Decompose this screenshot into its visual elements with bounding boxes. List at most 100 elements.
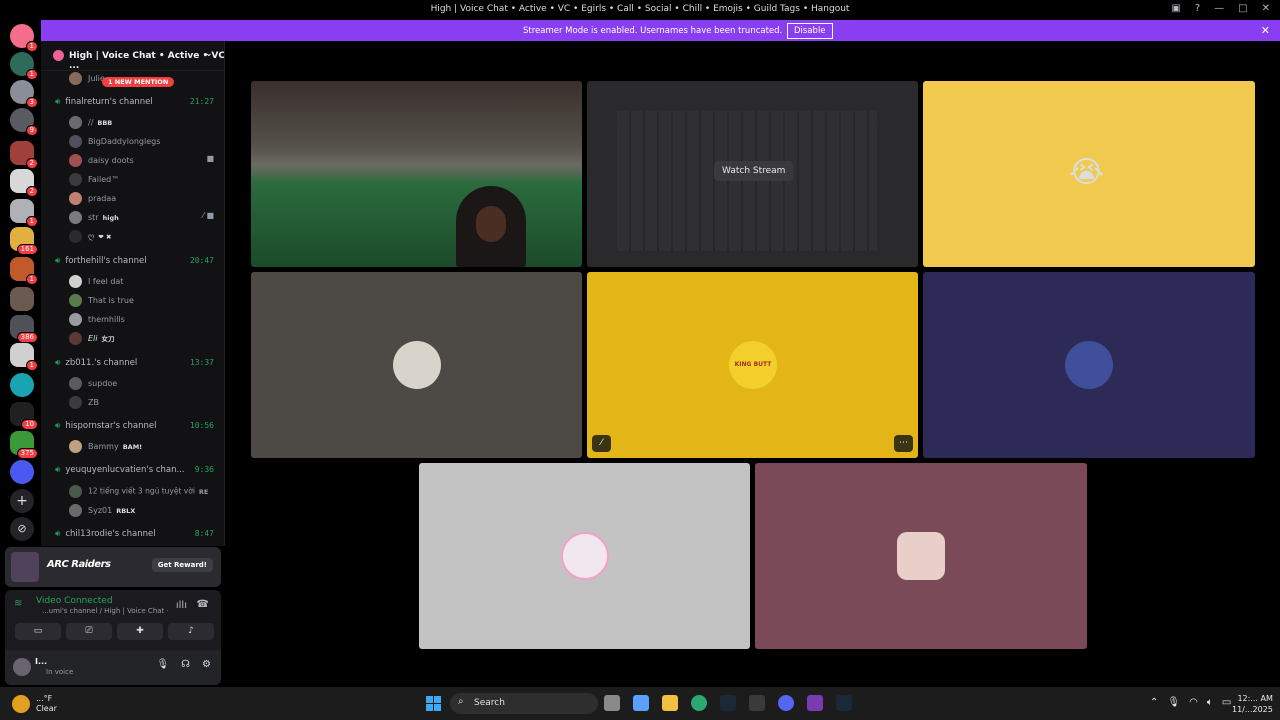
participant-tile[interactable]: 😭	[923, 81, 1255, 267]
file-explorer-icon[interactable]	[662, 695, 678, 711]
close-banner-icon[interactable]: ✕	[1261, 24, 1270, 37]
app-icon[interactable]	[749, 695, 765, 711]
speaker-icon: 🔊︎	[55, 97, 61, 107]
server-icon[interactable]: 161	[10, 227, 38, 255]
camera-button[interactable]: ▭	[15, 623, 61, 640]
server-icon[interactable]: 9	[10, 108, 38, 136]
taskbar-search[interactable]: ⌕ Search	[450, 693, 598, 714]
speaker-icon: 🔊︎	[55, 421, 61, 431]
system-clock[interactable]: 12:... AM 11/...2025	[1232, 693, 1273, 715]
avatar[interactable]	[13, 658, 31, 676]
discover-icon[interactable]: ⊘	[10, 517, 34, 541]
inbox-icon[interactable]: ▣	[1171, 3, 1180, 14]
microphone-icon[interactable]: 🎙︎	[156, 659, 169, 670]
volume-icon[interactable]: 🔈︎	[1207, 697, 1213, 708]
participant-tile[interactable]	[923, 272, 1255, 458]
window-title: High | Voice Chat • Active • VC • Egirls…	[430, 4, 850, 14]
microphone-icon[interactable]: 🎙︎	[1167, 697, 1180, 708]
weather-widget[interactable]: ...°F Clear	[36, 694, 57, 714]
direct-messages-icon[interactable]: 1	[10, 24, 38, 52]
voice-channel[interactable]: 🔊︎ hispornstar's channel	[55, 421, 156, 431]
activities-button[interactable]: ✚	[117, 623, 163, 640]
server-icon[interactable]: 2	[10, 141, 38, 169]
server-icon[interactable]: 1	[10, 52, 38, 80]
screen-share-button[interactable]: ⎚	[66, 623, 112, 640]
watch-stream-button[interactable]: Watch Stream	[714, 161, 794, 181]
get-reward-button[interactable]: Get Reward!	[151, 558, 213, 572]
wifi-icon[interactable]: ◠	[1189, 697, 1198, 708]
voice-channel[interactable]: 🔊︎ yeuquyenlucvatien's chan...	[55, 465, 185, 475]
server-icon[interactable]	[10, 287, 34, 311]
battery-icon[interactable]: ▭	[1222, 697, 1231, 708]
windows-start-icon[interactable]	[426, 696, 441, 711]
user-name: I...	[35, 657, 48, 666]
participant-tile[interactable]	[755, 463, 1087, 649]
minimize-icon[interactable]: —	[1214, 3, 1224, 14]
maximize-icon[interactable]: □	[1238, 3, 1247, 14]
list-item[interactable]: //BBB	[69, 116, 112, 129]
channel-timer: 21:27	[189, 97, 214, 106]
server-header[interactable]: High | Voice Chat • Active • VC ... ⌄	[41, 41, 224, 71]
soundboard-button[interactable]: ♪	[168, 623, 214, 640]
server-icon[interactable]: 1	[10, 199, 38, 227]
participant-tile[interactable]	[251, 272, 582, 458]
server-icon[interactable]: 1	[10, 257, 38, 285]
voice-status[interactable]: Video Connected	[36, 596, 113, 606]
server-icon[interactable]	[10, 373, 34, 397]
noise-suppression-icon[interactable]: ıllı	[176, 600, 187, 611]
video-editor-icon[interactable]	[807, 695, 823, 711]
voice-channel[interactable]: 🔊︎ finalreturn's channel	[55, 97, 153, 107]
server-icon[interactable]: 3	[10, 80, 38, 108]
new-mention-pill[interactable]: 1 NEW MENTION	[102, 77, 175, 87]
voice-channel[interactable]: 🔊︎ zb011.'s channel	[55, 358, 137, 368]
participant-tile[interactable]	[419, 463, 750, 649]
disconnect-icon[interactable]: ☎	[197, 599, 209, 610]
disable-button[interactable]: Disable	[787, 23, 833, 39]
steam-icon[interactable]	[720, 695, 736, 711]
list-item[interactable]: Bammy BAM!	[69, 440, 142, 453]
list-item[interactable]: ZB	[69, 396, 99, 409]
server-icon[interactable]: 1	[10, 343, 38, 371]
list-item[interactable]: str high	[69, 211, 119, 224]
avatar	[897, 532, 945, 580]
list-item[interactable]: I feel dat	[69, 275, 123, 288]
close-window-icon[interactable]: ✕	[1262, 3, 1270, 14]
speaker-icon: 🔊︎	[55, 256, 61, 266]
list-item[interactable]: Eli 女刀	[69, 332, 115, 345]
list-item[interactable]: That is true	[69, 294, 134, 307]
server-icon[interactable]: 2	[10, 169, 38, 197]
speaker-icon: 🔊︎	[55, 358, 61, 368]
headphones-icon[interactable]: ☊	[181, 659, 190, 670]
add-server-icon[interactable]: +	[10, 489, 34, 513]
list-item[interactable]: daisy doots	[69, 154, 134, 167]
list-item[interactable]: BigDaddylonglegs	[69, 135, 160, 148]
video-tile[interactable]	[251, 81, 582, 267]
task-view-icon[interactable]	[604, 695, 620, 711]
list-item[interactable]: themhills	[69, 313, 125, 326]
server-icon[interactable]: 375	[10, 431, 38, 459]
signal-icon[interactable]: ≋	[14, 598, 22, 609]
list-item[interactable]: Syz01 RBLX	[69, 504, 135, 517]
stream-tile[interactable]: Watch Stream	[587, 81, 918, 267]
participant-tile[interactable]: KING BUTT ⁄ ⋯	[587, 272, 918, 458]
voice-channel[interactable]: 🔊︎ forthehill's channel	[55, 256, 147, 266]
server-icon[interactable]: 386	[10, 315, 38, 343]
list-item[interactable]: pradaa	[69, 192, 116, 205]
copilot-icon[interactable]	[633, 695, 649, 711]
list-item[interactable]: supdoe	[69, 377, 117, 390]
settings-gear-icon[interactable]: ⚙	[202, 659, 211, 670]
server-icon[interactable]	[10, 460, 34, 484]
list-item[interactable]: 12 tiếng viết 3 ngủ tuyệt vời RE	[69, 485, 208, 498]
list-item[interactable]: Failed™	[69, 173, 119, 186]
server-icon[interactable]: 10	[10, 402, 38, 430]
discord-icon[interactable]	[778, 695, 794, 711]
muted-mic-icon: ⁄	[592, 435, 611, 452]
edge-icon[interactable]	[691, 695, 707, 711]
chevron-up-icon[interactable]: ⌃	[1150, 697, 1158, 708]
voice-channel[interactable]: 🔊︎ chil13rodie's channel	[55, 529, 156, 539]
steam-icon[interactable]	[836, 695, 852, 711]
help-icon[interactable]: ?	[1195, 3, 1200, 14]
list-item[interactable]: ღ ❤ ✖	[69, 230, 111, 243]
more-options-icon[interactable]: ⋯	[894, 435, 913, 452]
weather-icon[interactable]	[12, 695, 30, 713]
